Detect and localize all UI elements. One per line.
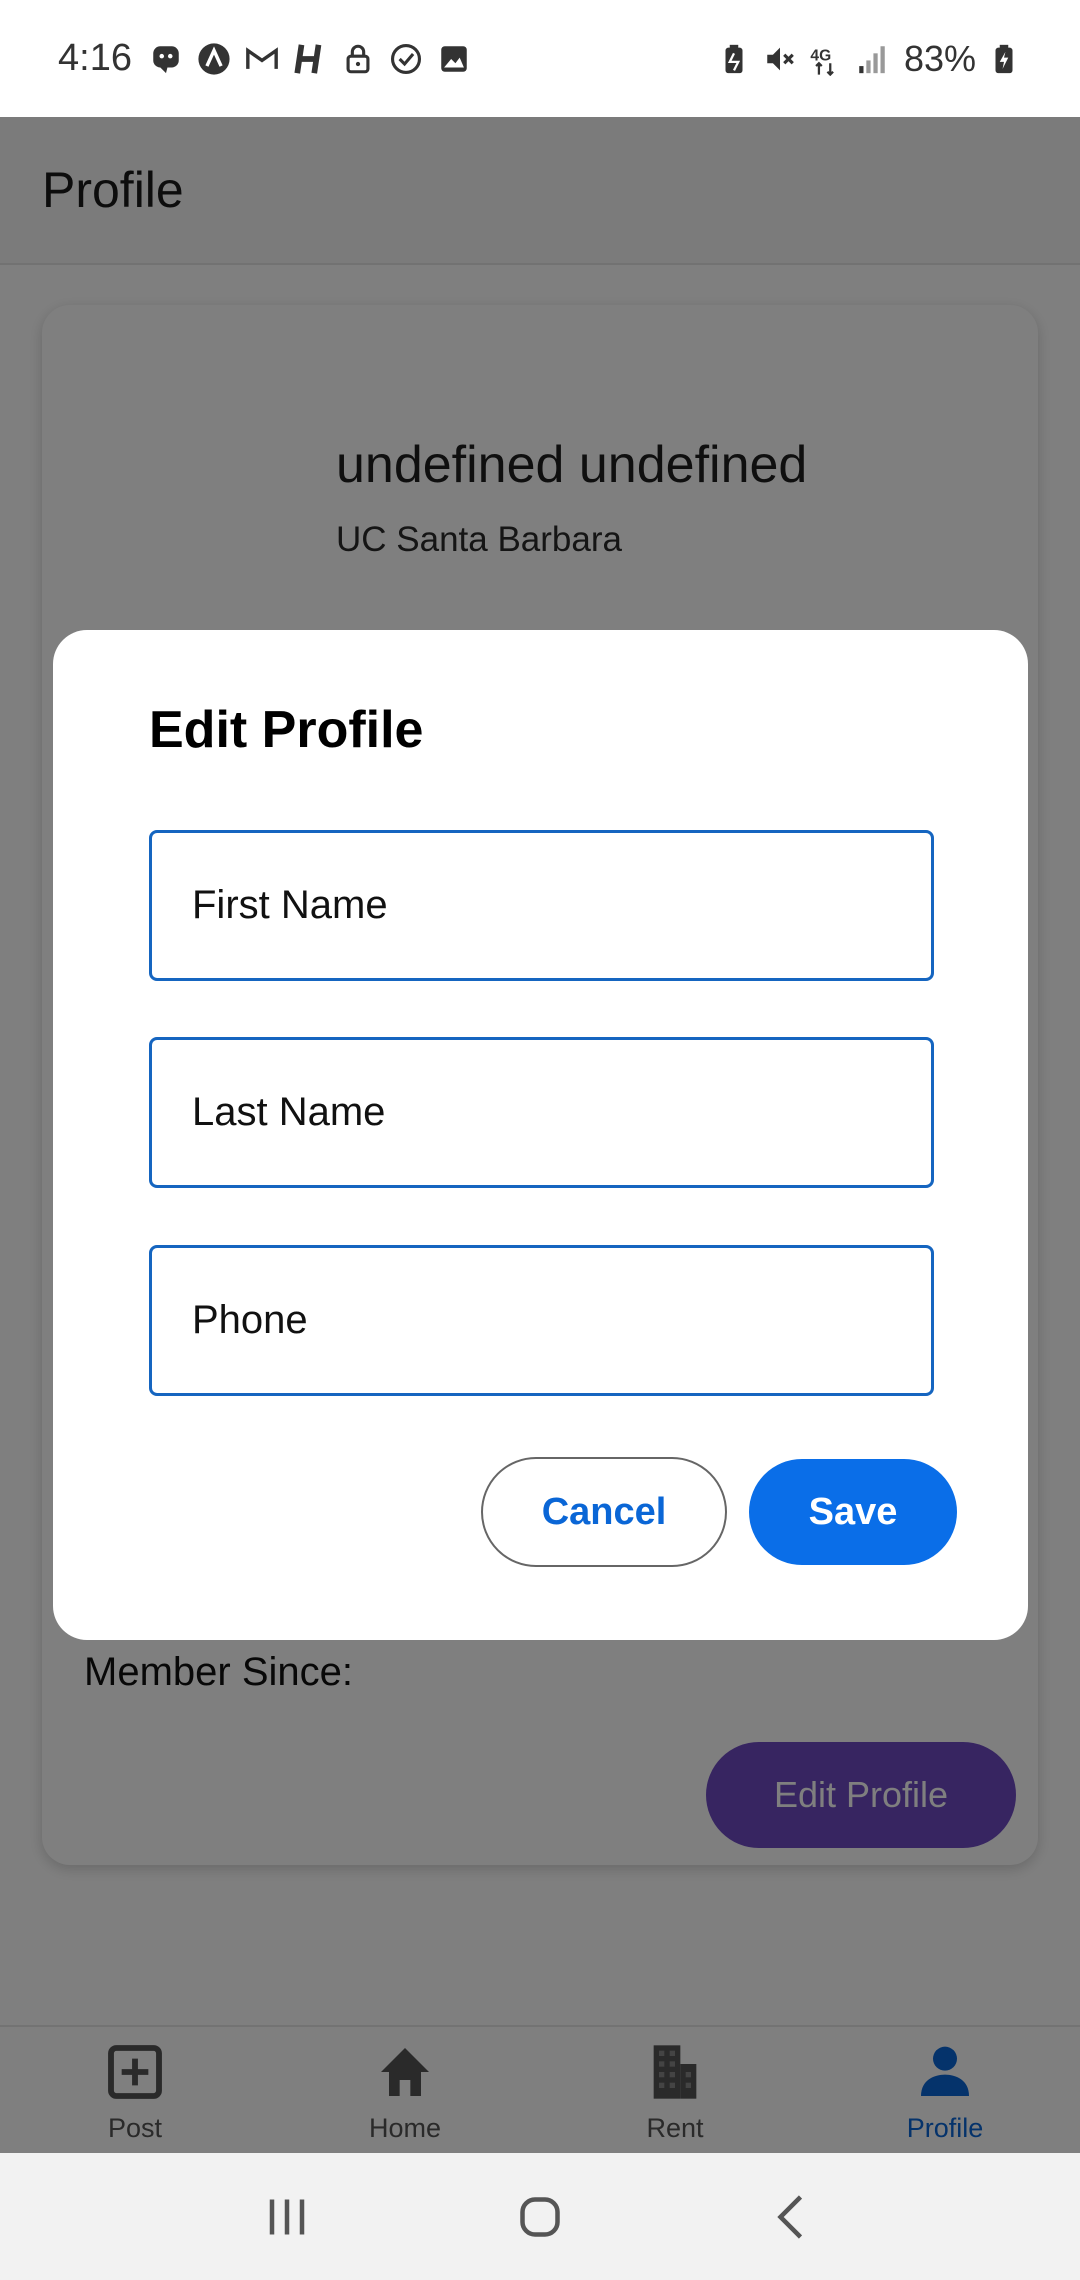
check-circle-icon [388,41,424,77]
recent-apps-button[interactable] [242,2182,332,2252]
arrow-circle-icon [196,41,232,77]
status-bar: 4:16 4G 83% [0,0,1080,117]
back-chevron-icon [777,2194,803,2239]
first-name-field[interactable] [149,830,934,981]
system-nav-bar [0,2153,1080,2280]
first-name-input[interactable] [192,833,931,978]
status-icons-left [148,41,472,77]
phone-field[interactable] [149,1245,934,1396]
edit-profile-dialog: Edit Profile Cancel Save [53,630,1028,1640]
gmail-icon [244,41,280,77]
screen: 4:16 4G 83% Edit Profile First Name Last… [0,0,1080,2280]
home-button[interactable] [495,2182,585,2252]
battery-percent: 83% [903,37,976,79]
svg-text:4G: 4G [810,47,831,64]
status-icons-right: 4G 83% [716,38,1022,80]
home-circle-icon [520,2196,560,2237]
h-app-icon [292,41,328,77]
recent-apps-icon [269,2199,304,2234]
dialog-title: Edit Profile [149,701,424,759]
phone-input[interactable] [192,1248,931,1393]
last-name-field[interactable] [149,1037,934,1188]
battery-saver-icon [716,41,752,77]
cancel-button[interactable]: Cancel [481,1457,727,1567]
chat-bot-icon [148,41,184,77]
status-time: 4:16 [58,37,132,79]
mute-icon [762,41,798,77]
image-icon [436,41,472,77]
signal-icon [854,41,890,77]
save-button[interactable]: Save [749,1459,957,1565]
last-name-input[interactable] [192,1040,931,1185]
battery-charging-icon [986,41,1022,77]
4g-icon: 4G [808,41,844,77]
lock-icon [340,41,376,77]
back-button[interactable] [748,2182,838,2252]
